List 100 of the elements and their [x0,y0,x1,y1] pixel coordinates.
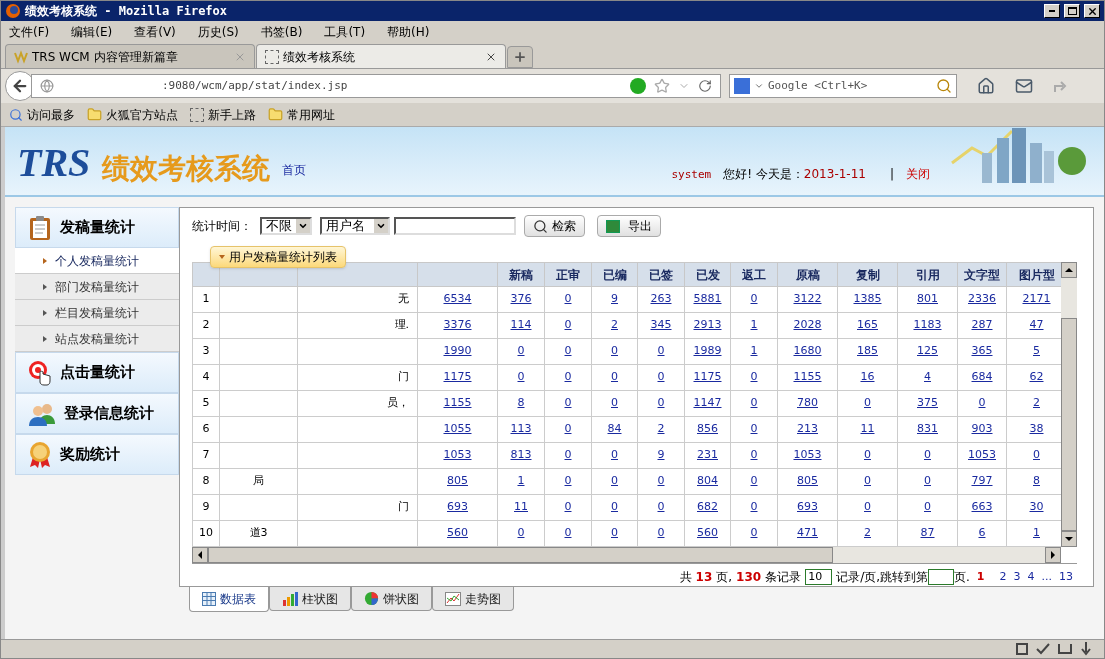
check-icon[interactable] [1036,643,1050,655]
count-link[interactable]: 805 [797,474,818,488]
count-link[interactable]: 0 [564,318,572,332]
home-icon[interactable] [977,77,995,95]
count-link[interactable]: 4 [924,370,931,384]
menu-item[interactable]: 文件(F) [9,23,50,41]
count-link[interactable]: 1053 [443,448,472,462]
count-link[interactable]: 0 [657,370,665,384]
count-link[interactable]: 1 [750,318,758,332]
bookmark-item[interactable]: 新手上路 [190,105,256,124]
bookmark-item[interactable]: 访问最多 [9,105,75,124]
field-select[interactable]: 用户名 [320,217,390,235]
count-link[interactable]: 0 [517,370,525,384]
count-link[interactable]: 0 [564,448,572,462]
bookmark-item[interactable]: 火狐官方站点 [87,105,178,124]
search-input[interactable]: Google <Ctrl+K> [768,77,932,95]
count-link[interactable]: 6534 [443,292,472,306]
count-link[interactable]: 801 [917,292,938,306]
count-link[interactable]: 0 [657,474,665,488]
count-link[interactable]: 0 [864,448,871,462]
count-link[interactable]: 0 [564,396,572,410]
count-link[interactable]: 0 [924,448,931,462]
count-link[interactable]: 0 [924,474,931,488]
count-link[interactable]: 38 [1029,422,1044,436]
addon-icon[interactable] [1016,643,1028,655]
menu-item[interactable]: 帮助(H) [387,23,430,41]
count-link[interactable]: 0 [924,500,931,514]
keyword-input[interactable] [394,217,516,235]
sidebar-item[interactable]: 部门发稿量统计 [15,274,179,300]
count-link[interactable]: 11 [514,500,528,514]
count-link[interactable]: 2 [1033,396,1040,410]
page-link[interactable]: 1 [976,568,985,586]
close-link[interactable]: 关闭 [906,165,930,183]
count-link[interactable]: 0 [564,526,572,540]
count-link[interactable]: 0 [978,396,986,410]
count-link[interactable]: 0 [750,370,758,384]
download-arrow-icon[interactable] [1080,642,1092,656]
browser-tab[interactable]: 绩效考核系统 [256,44,506,68]
menu-item[interactable]: 编辑(E) [71,23,113,41]
count-link[interactable]: 375 [917,396,938,410]
vertical-scrollbar[interactable] [1061,262,1077,547]
count-link[interactable]: 0 [657,526,665,540]
count-link[interactable]: 8 [517,396,525,410]
address-bar[interactable]: :9080/wcm/app/stat/index.jsp [31,74,721,98]
bookmark-item[interactable]: 常用网址 [268,105,335,124]
count-link[interactable]: 2 [657,422,665,436]
count-link[interactable]: 30 [1029,500,1044,514]
count-link[interactable]: 0 [750,526,758,540]
count-link[interactable]: 8 [1033,474,1040,488]
count-link[interactable]: 780 [797,396,818,410]
count-link[interactable]: 0 [611,448,618,462]
count-link[interactable]: 0 [750,292,758,306]
menu-item[interactable]: 书签(B) [260,23,303,41]
count-link[interactable]: 9 [657,448,665,462]
count-link[interactable]: 0 [564,344,572,358]
menu-item[interactable]: 工具(T) [324,23,366,41]
count-link[interactable]: 0 [564,370,572,384]
count-link[interactable]: 84 [607,422,622,436]
count-link[interactable]: 0 [564,422,572,436]
count-link[interactable]: 62 [1029,370,1044,384]
count-link[interactable]: 1155 [443,396,472,410]
count-link[interactable]: 471 [797,526,818,540]
count-link[interactable]: 213 [797,422,818,436]
count-link[interactable]: 0 [750,396,758,410]
count-link[interactable]: 0 [750,474,758,488]
count-link[interactable]: 0 [564,474,572,488]
count-link[interactable]: 1055 [443,422,472,436]
mail-icon[interactable] [1015,77,1033,95]
horizontal-scrollbar[interactable] [192,547,1061,563]
page-link[interactable]: ... [1041,568,1052,586]
count-link[interactable]: 185 [857,344,878,358]
count-link[interactable]: 1 [750,344,758,358]
dropdown-icon[interactable] [754,81,764,91]
count-link[interactable]: 693 [447,500,468,514]
close-button[interactable] [1084,4,1100,18]
sidebar-section-header[interactable]: 奖励统计 [15,434,179,475]
period-select[interactable]: 不限 [260,217,312,235]
view-tab[interactable]: 饼状图 [351,587,432,611]
count-link[interactable]: 16 [860,370,875,384]
home-link[interactable]: 首页 [282,161,307,179]
count-link[interactable]: 5 [1033,344,1040,358]
count-link[interactable]: 9 [611,292,618,306]
sidebar-item[interactable]: 个人发稿量统计 [15,248,179,274]
page-link[interactable]: 3 [1013,568,1021,586]
sidebar-section-header[interactable]: 登录信息统计 [15,393,179,434]
maximize-button[interactable] [1064,4,1080,18]
star-icon[interactable] [654,78,670,94]
sidebar-item[interactable]: 栏目发稿量统计 [15,300,179,326]
count-link[interactable]: 0 [564,292,572,306]
count-link[interactable]: 6 [978,526,986,540]
search-field[interactable]: Google <Ctrl+K> [729,74,957,98]
count-link[interactable]: 0 [611,526,618,540]
search-icon[interactable] [936,78,952,94]
count-link[interactable]: 0 [611,396,618,410]
count-link[interactable]: 165 [857,318,878,332]
count-link[interactable]: 0 [864,500,871,514]
count-link[interactable]: 805 [447,474,468,488]
count-link[interactable]: 0 [517,526,525,540]
count-link[interactable]: 2 [864,526,871,540]
count-link[interactable]: 87 [920,526,935,540]
